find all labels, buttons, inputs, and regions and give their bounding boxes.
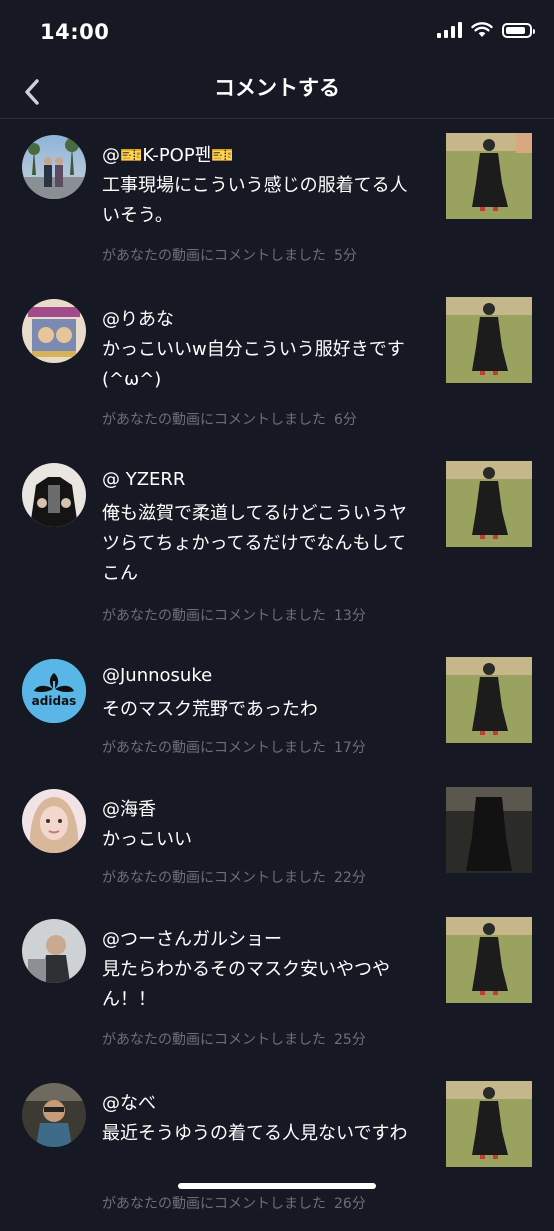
svg-text:adidas: adidas	[32, 694, 77, 708]
avatar[interactable]	[22, 919, 86, 983]
list-item[interactable]: @海香 かっこいい があなたの動画にコメントしました 22分	[0, 773, 554, 903]
timestamp: 13分	[334, 608, 366, 624]
list-item[interactable]: @なべ 最近そうゆうの着てる人見ないですわ があなたの動画にコメントしました 26…	[0, 1067, 554, 1231]
battery-level	[506, 26, 525, 34]
comment-username[interactable]: @海香	[102, 795, 156, 821]
status-icons	[437, 22, 535, 38]
meta-text: があなたの動画にコメントしました	[102, 248, 326, 264]
comment-meta: があなたの動画にコメントしました 25分	[102, 1029, 366, 1049]
nav-bar: コメントする	[0, 66, 554, 119]
video-thumbnail[interactable]	[446, 461, 532, 547]
wifi-icon	[471, 22, 493, 37]
video-thumbnail[interactable]	[446, 917, 532, 1003]
list-item[interactable]: @🎫K-POP펜🎫 工事現場にこういう感じの服着てる人いそう。 があなたの動画に…	[0, 119, 554, 283]
status-bar: 14:00	[0, 0, 554, 66]
timestamp: 17分	[334, 740, 366, 756]
meta-text: があなたの動画にコメントしました	[102, 870, 326, 886]
comment-meta: があなたの動画にコメントしました 26分	[102, 1193, 366, 1213]
comment-text: 工事現場にこういう感じの服着てる人いそう。	[102, 175, 408, 226]
comment-username[interactable]: @Junnosuke	[102, 665, 212, 686]
list-item[interactable]: @ YZERR 俺も滋賀で柔道してるけどこういうヤツらてちょかってるだけでなんも…	[0, 447, 554, 643]
timestamp: 6分	[334, 412, 357, 428]
video-thumbnail[interactable]	[446, 133, 532, 219]
avatar[interactable]: adidas	[22, 659, 86, 723]
comment-text: 見たらわかるそのマスク安いやつやん！！	[102, 959, 390, 1010]
cellular-signal-icon	[437, 22, 462, 38]
timestamp: 25分	[334, 1032, 366, 1048]
comment-meta: があなたの動画にコメントしました 17分	[102, 737, 366, 757]
video-thumbnail[interactable]	[446, 787, 532, 873]
page-title: コメントする	[214, 76, 340, 100]
comment-username[interactable]: @つーさんガルショー	[102, 925, 282, 951]
home-indicator[interactable]	[178, 1183, 376, 1189]
video-thumbnail[interactable]	[446, 297, 532, 383]
battery-icon	[502, 22, 535, 38]
avatar[interactable]	[22, 789, 86, 853]
comment-text: 俺も滋賀で柔道してるけどこういうヤツらてちょかってるだけでなんもしてこん	[102, 503, 407, 584]
avatar[interactable]	[22, 463, 86, 527]
status-time: 14:00	[40, 20, 110, 44]
comment-text: そのマスク荒野であったわ	[102, 699, 318, 720]
comment-username[interactable]: @🎫K-POP펜🎫	[102, 141, 234, 167]
video-thumbnail[interactable]	[446, 657, 532, 743]
avatar[interactable]	[22, 1083, 86, 1147]
comment-text: かっこいい	[102, 829, 192, 850]
meta-text: があなたの動画にコメントしました	[102, 1196, 326, 1212]
timestamp: 5分	[334, 248, 357, 264]
timestamp: 26分	[334, 1196, 366, 1212]
comment-username[interactable]: @なべ	[102, 1089, 156, 1115]
comment-text: かっこいいw自分こういう服好きです(^ω^)	[102, 339, 405, 390]
meta-text: があなたの動画にコメントしました	[102, 412, 326, 428]
comment-meta: があなたの動画にコメントしました 5分	[102, 245, 357, 265]
meta-text: があなたの動画にコメントしました	[102, 740, 326, 756]
meta-text: があなたの動画にコメントしました	[102, 1032, 326, 1048]
meta-text: があなたの動画にコメントしました	[102, 608, 326, 624]
comment-username[interactable]: @りあな	[102, 305, 174, 331]
comment-username[interactable]: @ YZERR	[102, 469, 185, 490]
list-item[interactable]: @つーさんガルショー 見たらわかるそのマスク安いやつやん！！ があなたの動画にコ…	[0, 903, 554, 1067]
timestamp: 22分	[334, 870, 366, 886]
list-item[interactable]: @りあな かっこいいw自分こういう服好きです(^ω^) があなたの動画にコメント…	[0, 283, 554, 447]
notification-list: @🎫K-POP펜🎫 工事現場にこういう感じの服着てる人いそう。 があなたの動画に…	[0, 119, 554, 1231]
comment-meta: があなたの動画にコメントしました 22分	[102, 867, 366, 887]
video-thumbnail[interactable]	[446, 1081, 532, 1167]
avatar[interactable]	[22, 135, 86, 199]
list-item[interactable]: adidas @Junnosuke そのマスク荒野であったわ があなたの動画にコ…	[0, 643, 554, 773]
adidas-logo: adidas	[22, 659, 86, 723]
avatar[interactable]	[22, 299, 86, 363]
comment-text: 最近そうゆうの着てる人見ないですわ	[102, 1123, 408, 1144]
comment-meta: があなたの動画にコメントしました 13分	[102, 605, 366, 625]
comment-meta: があなたの動画にコメントしました 6分	[102, 409, 357, 429]
